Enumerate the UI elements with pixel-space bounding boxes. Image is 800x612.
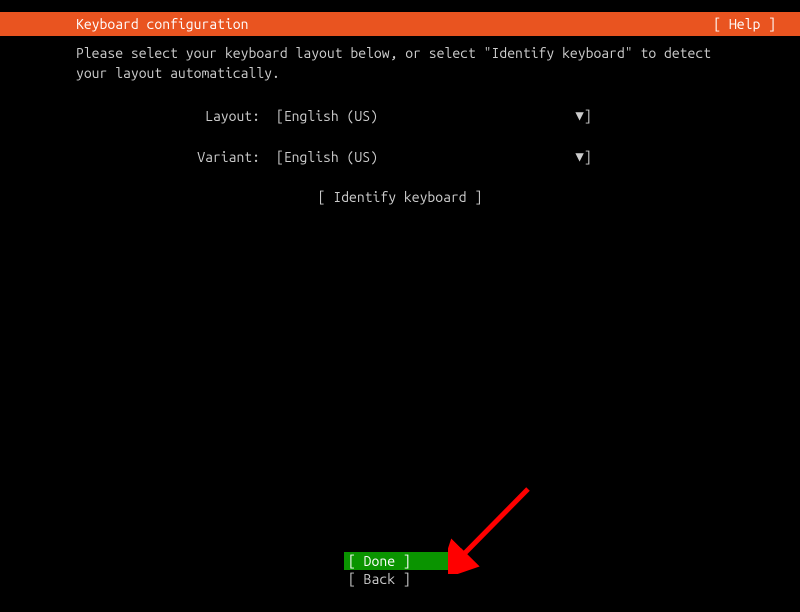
footer: [ Done ] [ Back ] <box>0 552 800 588</box>
variant-dropdown[interactable]: [ English (US)▼ ] <box>276 148 592 165</box>
layout-field-row: Layout: [ English (US)▼ ] <box>76 107 724 124</box>
variant-field-row: Variant: [ English (US)▼ ] <box>76 148 724 165</box>
page-title: Keyboard configuration <box>76 16 248 32</box>
identify-keyboard-button[interactable]: [ Identify keyboard ] <box>318 189 483 205</box>
back-button[interactable]: [ Back ] <box>344 570 456 588</box>
instruction-text: Please select your keyboard layout below… <box>76 44 724 83</box>
identify-row: [ Identify keyboard ] <box>76 189 724 205</box>
variant-label: Variant: <box>76 149 276 165</box>
chevron-down-icon: ▼ <box>564 107 584 124</box>
layout-value: English (US) <box>284 108 564 124</box>
help-button[interactable]: [ Help ] <box>713 16 776 32</box>
variant-value: English (US) <box>284 149 564 165</box>
title-bar: Keyboard configuration [ Help ] <box>0 12 800 36</box>
main-content: Please select your keyboard layout below… <box>0 36 800 205</box>
done-button[interactable]: [ Done ] <box>344 552 456 570</box>
layout-label: Layout: <box>76 108 276 124</box>
chevron-down-icon: ▼ <box>564 148 584 165</box>
layout-dropdown[interactable]: [ English (US)▼ ] <box>276 107 592 124</box>
